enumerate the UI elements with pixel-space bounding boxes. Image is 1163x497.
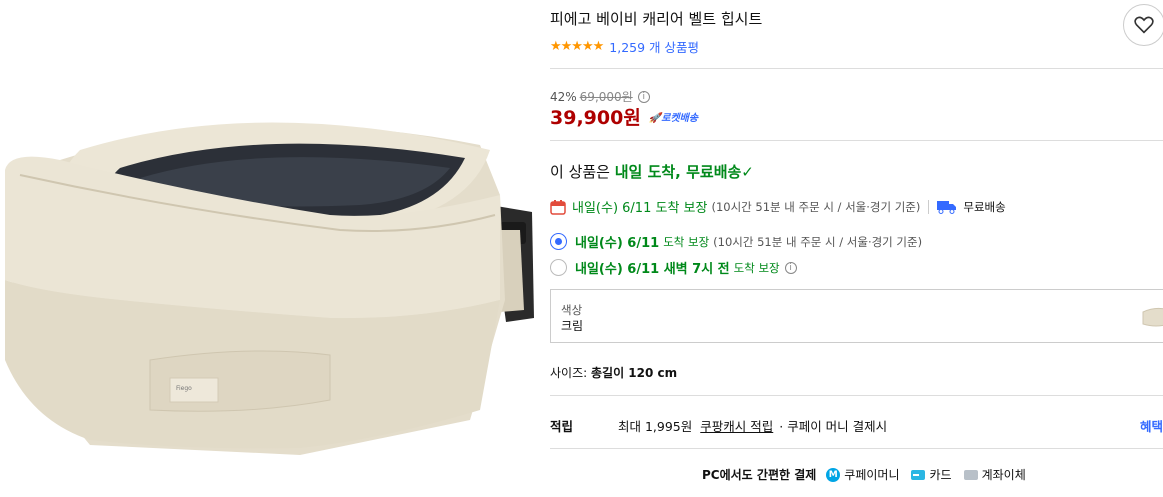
price-row: 39,900원 🚀로켓배송 bbox=[550, 103, 698, 130]
product-info-panel: 피에고 베이비 캐리어 벨트 힙시트 ★★★★★ 1,259 개 상품평 42%… bbox=[550, 0, 1163, 497]
option-label: 도착 보장 bbox=[733, 260, 780, 275]
points-amount: 최대 1,995원 bbox=[618, 419, 693, 434]
hip-seat-illustration: Fiego bbox=[5, 122, 534, 455]
points-row: 적립 최대 1,995원 쿠팡캐시 적립 · 쿠페이 머니 결제시 혜택 bbox=[550, 416, 1163, 435]
sale-price: 39,900원 bbox=[550, 107, 641, 129]
star-rating-icon: ★★★★★ bbox=[550, 39, 604, 54]
delivery-option-2[interactable]: 내일(수) 6/11 새벽 7시 전 도착 보장 i bbox=[550, 258, 797, 277]
coupang-cash-link[interactable]: 쿠팡캐시 적립 bbox=[700, 416, 773, 435]
card-payment[interactable]: 카드 bbox=[911, 466, 952, 483]
points-condition: · 쿠페이 머니 결제시 bbox=[779, 419, 888, 434]
rating-row: ★★★★★ 1,259 개 상품평 bbox=[550, 37, 699, 56]
delivery-condition: (10시간 51분 내 주문 시 / 서울·경기 기준) bbox=[711, 199, 921, 214]
heart-icon bbox=[1134, 16, 1154, 34]
delivery-date: 내일(수) 6/11 도착 보장 bbox=[572, 201, 708, 216]
radio-selected[interactable] bbox=[550, 233, 567, 250]
rocket-delivery-badge: 🚀로켓배송 bbox=[648, 113, 699, 124]
size-info: 사이즈: 총길이 120 cm bbox=[550, 364, 677, 381]
divider bbox=[550, 395, 1163, 396]
pc-payment-text: PC에서도 간편한 결제 bbox=[702, 468, 817, 482]
check-icon: ✓ bbox=[741, 163, 754, 181]
radio-unselected[interactable] bbox=[550, 259, 567, 276]
arrival-prefix: 이 상품은 bbox=[550, 163, 615, 181]
svg-text:Fiego: Fiego bbox=[176, 385, 192, 392]
review-count-link[interactable]: 1,259 개 상품평 bbox=[609, 37, 699, 56]
info-icon[interactable]: i bbox=[784, 261, 797, 274]
option-date: 내일(수) 6/11 새벽 7시 전 bbox=[575, 262, 730, 277]
size-label: 사이즈: bbox=[550, 366, 591, 380]
points-label: 적립 bbox=[550, 419, 574, 434]
arrival-headline: 이 상품은 내일 도착, 무료배송✓ bbox=[550, 161, 754, 182]
divider bbox=[550, 448, 1163, 449]
payment-methods: PC에서도 간편한 결제 M 쿠페이머니 카드 계좌이체 bbox=[702, 466, 1038, 483]
info-icon[interactable]: i bbox=[637, 90, 650, 103]
coupay-icon: M bbox=[826, 467, 841, 482]
rocket-label: 로켓배송 bbox=[661, 113, 699, 124]
calendar-icon bbox=[550, 199, 566, 215]
product-image[interactable]: Fiego bbox=[0, 0, 540, 497]
option-note: (10시간 51분 내 주문 시 / 서울·경기 기준) bbox=[713, 234, 923, 249]
delivery-guarantee-row: 내일(수) 6/11 도착 보장 (10시간 51분 내 주문 시 / 서울·경… bbox=[550, 197, 1006, 216]
coupay-money[interactable]: M 쿠페이머니 bbox=[826, 466, 899, 483]
product-page: Fiego 피에고 베이비 캐리어 벨트 힙시트 ★★★★★ 1,259 개 상… bbox=[0, 0, 1163, 497]
color-thumbnail[interactable] bbox=[1141, 298, 1163, 334]
color-label: 색상 bbox=[561, 303, 583, 317]
size-value: 총길이 120 cm bbox=[590, 366, 678, 380]
discount-rate: 42% bbox=[550, 89, 577, 104]
delivery-option-1[interactable]: 내일(수) 6/11 도착 보장 (10시간 51분 내 주문 시 / 서울·경… bbox=[550, 232, 922, 251]
bank-icon bbox=[963, 469, 978, 480]
color-selector[interactable]: 색상 크림 bbox=[550, 289, 1163, 343]
truck-icon bbox=[937, 200, 957, 214]
divider bbox=[550, 140, 1163, 141]
bank-transfer[interactable]: 계좌이체 bbox=[963, 466, 1026, 483]
color-value: 크림 bbox=[561, 319, 584, 333]
free-shipping-label: 무료배송 bbox=[963, 199, 1006, 214]
bank-label: 계좌이체 bbox=[981, 468, 1026, 482]
option-label: 도착 보장 bbox=[663, 234, 710, 249]
product-title: 피에고 베이비 캐리어 벨트 힙시트 bbox=[550, 10, 763, 28]
card-label: 카드 bbox=[929, 468, 952, 482]
divider bbox=[928, 199, 930, 214]
card-icon bbox=[911, 469, 926, 480]
benefit-link[interactable]: 혜택 bbox=[1140, 416, 1163, 435]
option-date: 내일(수) 6/11 bbox=[575, 236, 660, 251]
coupay-label: 쿠페이머니 bbox=[844, 468, 900, 482]
arrival-highlight: 내일 도착, 무료배송 bbox=[614, 163, 742, 181]
divider bbox=[550, 68, 1163, 69]
wishlist-button[interactable] bbox=[1123, 4, 1163, 46]
